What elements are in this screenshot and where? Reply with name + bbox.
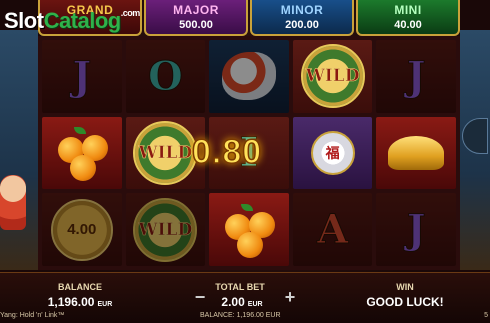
cash-coin-symbol: 4.00 [50,198,113,261]
logo-part-catalog: Catalog [43,8,122,33]
koi-fish-symbol [221,52,276,101]
bet-currency: EUR [247,301,263,308]
jackpot-name: MAJOR [173,3,219,17]
wild-symbol: WILD [300,44,365,109]
footer-info: 5 [484,312,488,319]
jackpot-value: 500.00 [179,19,213,31]
jackpot-name: MINI [394,3,422,17]
balance-label: BALANCE [58,282,102,292]
jackpot-value: 40.00 [394,19,422,31]
decrease-bet-button[interactable]: − [192,288,208,306]
reel-cell [209,40,289,113]
wild-label: WILD [138,219,193,240]
reel-4: WILD 福 A [292,40,373,266]
wild-symbol: WILD [133,120,198,185]
watermark-logo: SlotCatalog.com [4,8,140,40]
game-stage: SlotCatalog.com GRAND MAJOR 500.00 MINOR… [0,0,490,323]
jackpot-minor: MINOR 200.00 [250,0,354,36]
left-scenery [0,30,38,270]
symbol-j: J [72,52,92,100]
cup-glyph: 福 [325,144,340,161]
balance-value: 1,196.00 EUR [30,295,130,309]
symbol-j: J [406,52,426,100]
total-bet-value: 2.00 EUR [210,295,274,309]
increase-bet-button[interactable]: + [282,288,298,306]
win-amount-overlay: 0.80 [191,132,263,172]
symbol-a: A [317,206,349,254]
reel-cell: 福 [292,116,373,190]
game-title: Yang: Hold 'n' Link™ [0,312,65,319]
symbol-j: J [406,206,426,254]
orange-symbol [219,200,279,260]
orange-symbol [52,123,112,183]
logo-part-slot: Slot [4,8,44,33]
total-bet-label: TOTAL BET [215,282,265,292]
win-message: GOOD LUCK! [366,295,444,309]
reel-1: J 4.00 [42,40,122,266]
wild-label: WILD [138,142,193,164]
footer-balance: BALANCE: 1,196.00 EUR [200,312,281,319]
reel-cell: O [125,40,206,113]
jackpot-name: MINOR [280,3,324,17]
jackpot-major: MAJOR 500.00 [144,0,248,36]
logo-suffix: .com [120,8,141,18]
reel-cell: WILD [125,193,206,266]
gold-ingot-symbol [388,135,445,170]
jackpot-mini: MINI 40.00 [356,0,460,36]
reel-cell [209,193,289,266]
balance-currency: EUR [97,301,113,308]
balance-amount: 1,196.00 [47,295,95,309]
win-label: WIN [396,282,414,292]
mascot-character [0,175,26,230]
reel-cell: J [42,40,122,113]
wild-label: WILD [305,66,360,87]
reel-5: J J [376,40,456,266]
reel-cell [376,116,456,190]
reel-cell: 4.00 [42,193,122,266]
tea-cup-symbol: 福 [310,130,355,175]
reel-cell: A [292,193,373,266]
wild-symbol: WILD [133,197,198,262]
bet-amount: 2.00 [221,295,245,309]
symbol-o: O [147,52,183,100]
jackpot-value: 200.00 [285,19,319,31]
reel-cell: J [376,193,456,266]
reel-cell: J [376,40,456,113]
reel-cell [42,116,122,190]
reel-cell: WILD [292,40,373,113]
